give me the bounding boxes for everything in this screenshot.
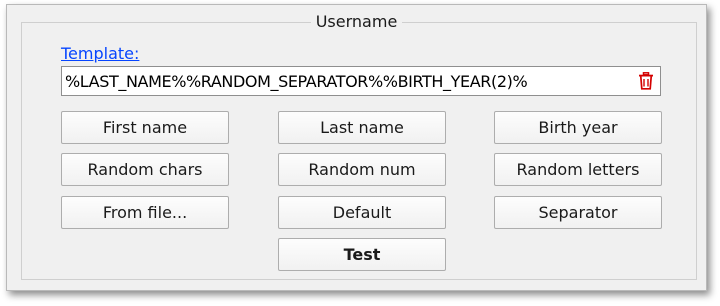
template-field [61,66,661,96]
default-button[interactable]: Default [278,196,446,229]
username-panel: Username Template: First name Last name … [6,4,707,291]
birth-year-button[interactable]: Birth year [494,111,662,144]
trash-icon[interactable] [638,72,654,90]
random-letters-button[interactable]: Random letters [494,153,662,186]
random-chars-button[interactable]: Random chars [61,153,229,186]
first-name-button[interactable]: First name [61,111,229,144]
last-name-button[interactable]: Last name [278,111,446,144]
separator-button[interactable]: Separator [494,196,662,229]
random-num-button[interactable]: Random num [278,153,446,186]
from-file-button[interactable]: From file... [61,196,229,229]
template-link[interactable]: Template: [61,44,139,64]
test-button[interactable]: Test [278,238,446,271]
template-input[interactable] [62,67,635,95]
